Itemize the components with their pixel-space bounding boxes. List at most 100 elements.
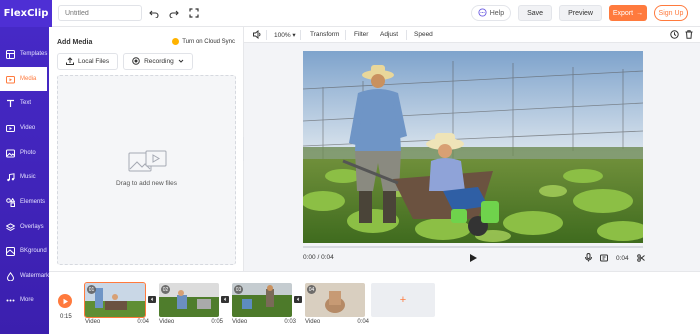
music-icon (6, 172, 15, 182)
sidebar-item-label: Video (20, 125, 36, 131)
sidebar-item-label: Templates (20, 51, 48, 57)
export-label: Export (612, 9, 634, 17)
more-icon (6, 296, 15, 305)
arrow-right-icon: → (636, 9, 644, 17)
sidebar-item-music[interactable]: Music (0, 165, 49, 189)
sidebar-item-label: Text (20, 100, 32, 106)
transition-icon[interactable]: ⏴ (294, 296, 302, 303)
cloud-sync-toggle[interactable]: Turn on Cloud Sync (172, 38, 235, 45)
microphone-icon[interactable] (585, 253, 592, 264)
adjust-button[interactable]: Adjust (380, 31, 398, 38)
filter-button[interactable]: Filter (354, 31, 368, 38)
recording-label: Recording (144, 58, 174, 65)
chat-icon (478, 7, 487, 19)
clip-duration: 0:04 (357, 319, 369, 325)
export-button[interactable]: Export → (609, 5, 647, 21)
clip-duration: 0:05 (211, 319, 223, 325)
redo-icon[interactable] (168, 8, 179, 19)
undo-icon[interactable] (148, 8, 159, 19)
drop-text: Drag to add new files (115, 180, 178, 187)
fullscreen-icon[interactable] (188, 8, 199, 19)
timeline-clip-2[interactable]: 02 (159, 283, 219, 317)
sidebar-item-label: Photo (20, 150, 36, 156)
cloud-icon (172, 38, 180, 45)
sidebar-item-text[interactable]: Text (0, 91, 49, 115)
sidebar-item-label: Music (20, 174, 36, 180)
sidebar-item-bkground[interactable]: BKground (0, 239, 49, 263)
transform-button[interactable]: Transform (310, 31, 339, 38)
sidebar-item-video[interactable]: Video (0, 116, 49, 140)
sidebar-item-templates[interactable]: Templates (0, 42, 49, 66)
sidebar-item-watermark[interactable]: Watermark (0, 264, 49, 288)
sidebar-item-label: Media (20, 76, 37, 82)
clip-type: Video (159, 319, 175, 325)
add-clip-button[interactable]: + (371, 283, 435, 317)
play-icon[interactable] (468, 253, 478, 263)
sidebar: Templates Media Text Video Photo Music E… (0, 27, 49, 334)
local-files-label: Local Files (78, 58, 110, 65)
templates-icon (6, 49, 15, 59)
flexclip-editor: FlexClip Help Save Preview Expor (0, 0, 700, 334)
clip-type: Video (232, 319, 248, 325)
zoom-select[interactable]: 100% ▾ (274, 31, 296, 39)
caption-icon[interactable] (600, 254, 608, 264)
sidebar-item-more[interactable]: More (0, 288, 49, 312)
sidebar-item-label: Overlays (20, 224, 44, 230)
background-icon (6, 246, 15, 256)
media-icon (6, 75, 15, 84)
current-time: 0:00 / 0:04 (303, 254, 334, 261)
video-icon (6, 124, 15, 133)
project-title-input[interactable] (58, 5, 142, 21)
preview-button[interactable]: Preview (559, 5, 602, 21)
clip-type: Video (305, 319, 321, 325)
canvas-area: 0:00 / 0:04 0:04 (244, 44, 700, 271)
watermark-icon (6, 271, 15, 281)
clock-icon[interactable] (670, 30, 679, 41)
timeline-clip-1[interactable]: 01 (84, 282, 146, 318)
signup-button[interactable]: Sign Up (654, 5, 688, 21)
clip-duration: 0:04 (137, 319, 149, 325)
media-panel: Add Media Turn on Cloud Sync Local Files… (49, 27, 244, 271)
trash-icon[interactable] (685, 30, 693, 41)
clip-number: 04 (307, 285, 316, 294)
sidebar-item-elements[interactable]: Elements (0, 190, 49, 214)
split-icon[interactable] (636, 253, 645, 264)
sidebar-item-label: Watermark (20, 273, 50, 279)
sidebar-item-label: Elements (20, 199, 46, 205)
sidebar-item-label: BKground (20, 248, 47, 254)
sidebar-item-media[interactable]: Media (0, 67, 47, 91)
recording-button[interactable]: Recording (123, 53, 193, 70)
timeline: 0:15 01 Video 0:04 ⏴ 02 Video 0:05 ⏴ 03 … (49, 271, 700, 334)
sidebar-item-label: More (20, 297, 34, 303)
clip-number: 03 (234, 285, 243, 294)
chevron-down-icon (178, 58, 184, 66)
top-bar: FlexClip Help Save Preview Expor (0, 0, 700, 27)
sidebar-item-photo[interactable]: Photo (0, 141, 49, 165)
elements-icon (6, 197, 15, 207)
video-preview[interactable] (303, 51, 643, 243)
brand-logo[interactable]: FlexClip (0, 0, 52, 27)
local-files-button[interactable]: Local Files (57, 53, 119, 70)
help-button[interactable]: Help (470, 5, 512, 21)
volume-icon[interactable] (253, 29, 262, 41)
upload-icon (66, 56, 74, 67)
photo-icon (6, 149, 15, 158)
text-icon (6, 99, 15, 108)
drag-files-icon (128, 150, 168, 174)
save-button[interactable]: Save (518, 5, 553, 21)
media-drop-zone[interactable]: Drag to add new files (57, 75, 236, 265)
playback-progress[interactable] (303, 246, 643, 248)
clip-duration: 0:03 (284, 319, 296, 325)
timeline-clip-3[interactable]: 03 (232, 283, 292, 317)
timeline-clip-4[interactable]: 04 (305, 283, 365, 317)
timeline-total-time: 0:15 (60, 314, 72, 320)
chevron-down-icon: ▾ (290, 32, 296, 39)
record-icon (132, 56, 140, 67)
sidebar-item-overlays[interactable]: Overlays (0, 215, 49, 239)
clip-number: 01 (87, 285, 96, 294)
timeline-play-button[interactable] (58, 294, 72, 308)
transition-icon[interactable]: ⏴ (148, 296, 156, 303)
transition-icon[interactable]: ⏴ (221, 296, 229, 303)
speed-button[interactable]: Speed (414, 31, 433, 38)
clip-type: Video (85, 319, 101, 325)
